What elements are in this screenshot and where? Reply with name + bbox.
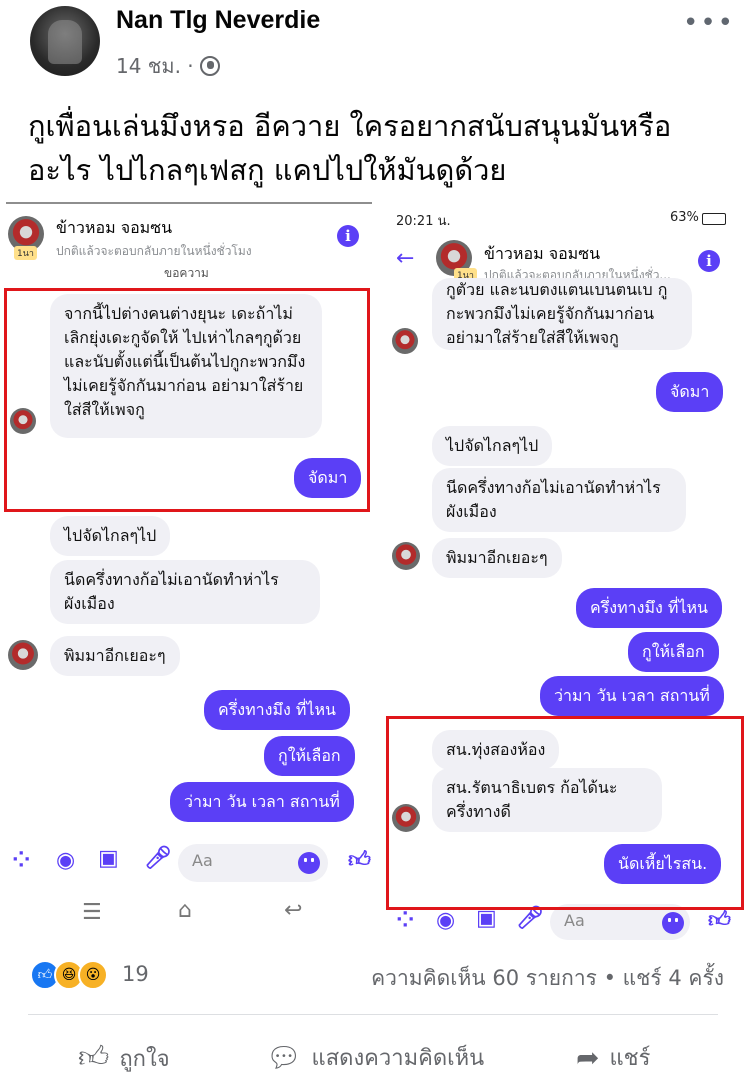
message-out: ครึ่งทางมึง ที่ไหน — [204, 690, 350, 730]
reaction-icons[interactable]: 👍︎ 😆︎ 😮︎ — [30, 960, 108, 990]
camera-icon[interactable]: ◉ — [56, 848, 75, 873]
like-label: ถูกใจ — [119, 1046, 170, 1072]
comment-button[interactable]: 💬︎ แสดงความคิดเห็น — [266, 1040, 484, 1075]
message-out: ครึ่งทางมึง ที่ไหน — [576, 588, 722, 628]
reaction-count[interactable]: 19 — [122, 962, 149, 986]
sender-avatar — [392, 542, 420, 570]
status-time: 20:21 น. — [396, 214, 451, 229]
message-in: ไปจัดไกลๆไป — [50, 516, 171, 556]
microphone-icon[interactable]: 🎤︎ — [144, 846, 172, 871]
message-in: นีดครึ่งทางก้อไม่เอานัดทำห่าไรผังเมือง — [50, 560, 320, 624]
message-in: พิมมาอีกเยอะๆ — [432, 538, 562, 578]
like-button[interactable]: 👍︎ ถูกใจ — [78, 1040, 170, 1076]
message-in: กูตัวย และนบตงแตนเบนตนเบ กูกะพวกมึงไม่เค… — [432, 278, 692, 350]
message-in: นีดครึ่งทางก้อไม่เอานัดทำห่าไร ผังเมือง — [432, 468, 686, 532]
message-in: ไปจัดไกลๆไป — [432, 426, 553, 466]
message-out: จัดมา — [656, 372, 724, 412]
back-icon[interactable]: ↩ — [284, 898, 302, 923]
recents-icon[interactable]: ☰ — [82, 900, 102, 925]
share-button[interactable]: ➦ แชร์ — [576, 1040, 650, 1075]
info-icon[interactable]: i — [337, 225, 359, 247]
message-out: กูให้เลือก — [628, 632, 719, 672]
author-avatar[interactable] — [30, 6, 100, 76]
contact-name: ข้าวหอม จอมซน — [484, 244, 601, 263]
right-chat-screenshot[interactable]: 20:21 น. 63% ← 1นา ข้าวหอม จอมซน ปกติแล้… — [382, 196, 746, 940]
left-chat-screenshot[interactable]: 1นา ข้าวหอม จอมซน ปกติแล้วจะตอบกลับภายใน… — [0, 196, 374, 940]
globe-icon — [199, 56, 220, 76]
back-arrow-icon[interactable]: ← — [396, 246, 414, 271]
contact-name: ข้าวหอม จอมซน — [56, 218, 173, 237]
info-icon[interactable]: i — [698, 250, 720, 272]
post-time[interactable]: 14 ชม. · — [116, 50, 194, 82]
sender-avatar — [8, 640, 38, 670]
battery-icon — [702, 213, 726, 225]
engagement-stats[interactable]: ความคิดเห็น 60 รายการ • แชร์ 4 ครั้ง — [371, 962, 724, 995]
post-meta: 14 ชม. · — [116, 50, 220, 82]
status-battery: 63% — [670, 210, 699, 225]
divider — [28, 1014, 718, 1015]
sender-avatar — [392, 328, 418, 354]
thumbs-up-icon[interactable]: 👍︎ — [708, 906, 731, 933]
wow-reaction-icon: 😮︎ — [78, 960, 108, 990]
share-label: แชร์ — [609, 1046, 651, 1071]
emoji-icon[interactable] — [298, 852, 320, 874]
active-badge: 1นา — [14, 246, 37, 260]
message-in: พิมมาอีกเยอะๆ — [50, 636, 180, 676]
apps-icon[interactable]: ⁘ — [396, 908, 414, 933]
top-line — [6, 202, 372, 204]
more-options-button[interactable]: ••• — [683, 8, 735, 38]
emoji-icon[interactable] — [662, 912, 684, 934]
comment-icon: 💬︎ — [266, 1041, 302, 1074]
thumbs-up-icon[interactable]: 👍︎ — [348, 846, 371, 873]
comment-label: แสดงความคิดเห็น — [311, 1046, 485, 1071]
post-text: กูเพื่อนเล่นมึงหรอ อีควาย ใครอยากสนับสนุ… — [28, 109, 672, 187]
camera-icon[interactable]: ◉ — [436, 908, 455, 933]
highlight-box — [4, 288, 370, 512]
share-icon: ➦ — [576, 1041, 600, 1074]
message-out: กูให้เลือก — [264, 736, 355, 776]
thumbs-up-icon: 👍︎ — [78, 1040, 110, 1075]
message-out: ว่ามา วัน เวลา สถานที่ — [540, 676, 724, 716]
highlight-box — [386, 716, 744, 910]
contact-status: ปกติแล้วจะตอบกลับภายในหนึ่งชั่วโมง — [56, 244, 252, 258]
author-name[interactable]: Nan Tlg Neverdie — [116, 6, 320, 35]
home-icon[interactable]: ⌂ — [178, 898, 192, 923]
gallery-icon[interactable]: ▣ — [98, 846, 119, 871]
message-out: ว่ามา วัน เวลา สถานที่ — [170, 782, 354, 822]
apps-icon[interactable]: ⁘ — [12, 848, 30, 873]
section-label: ขอความ — [164, 266, 209, 280]
